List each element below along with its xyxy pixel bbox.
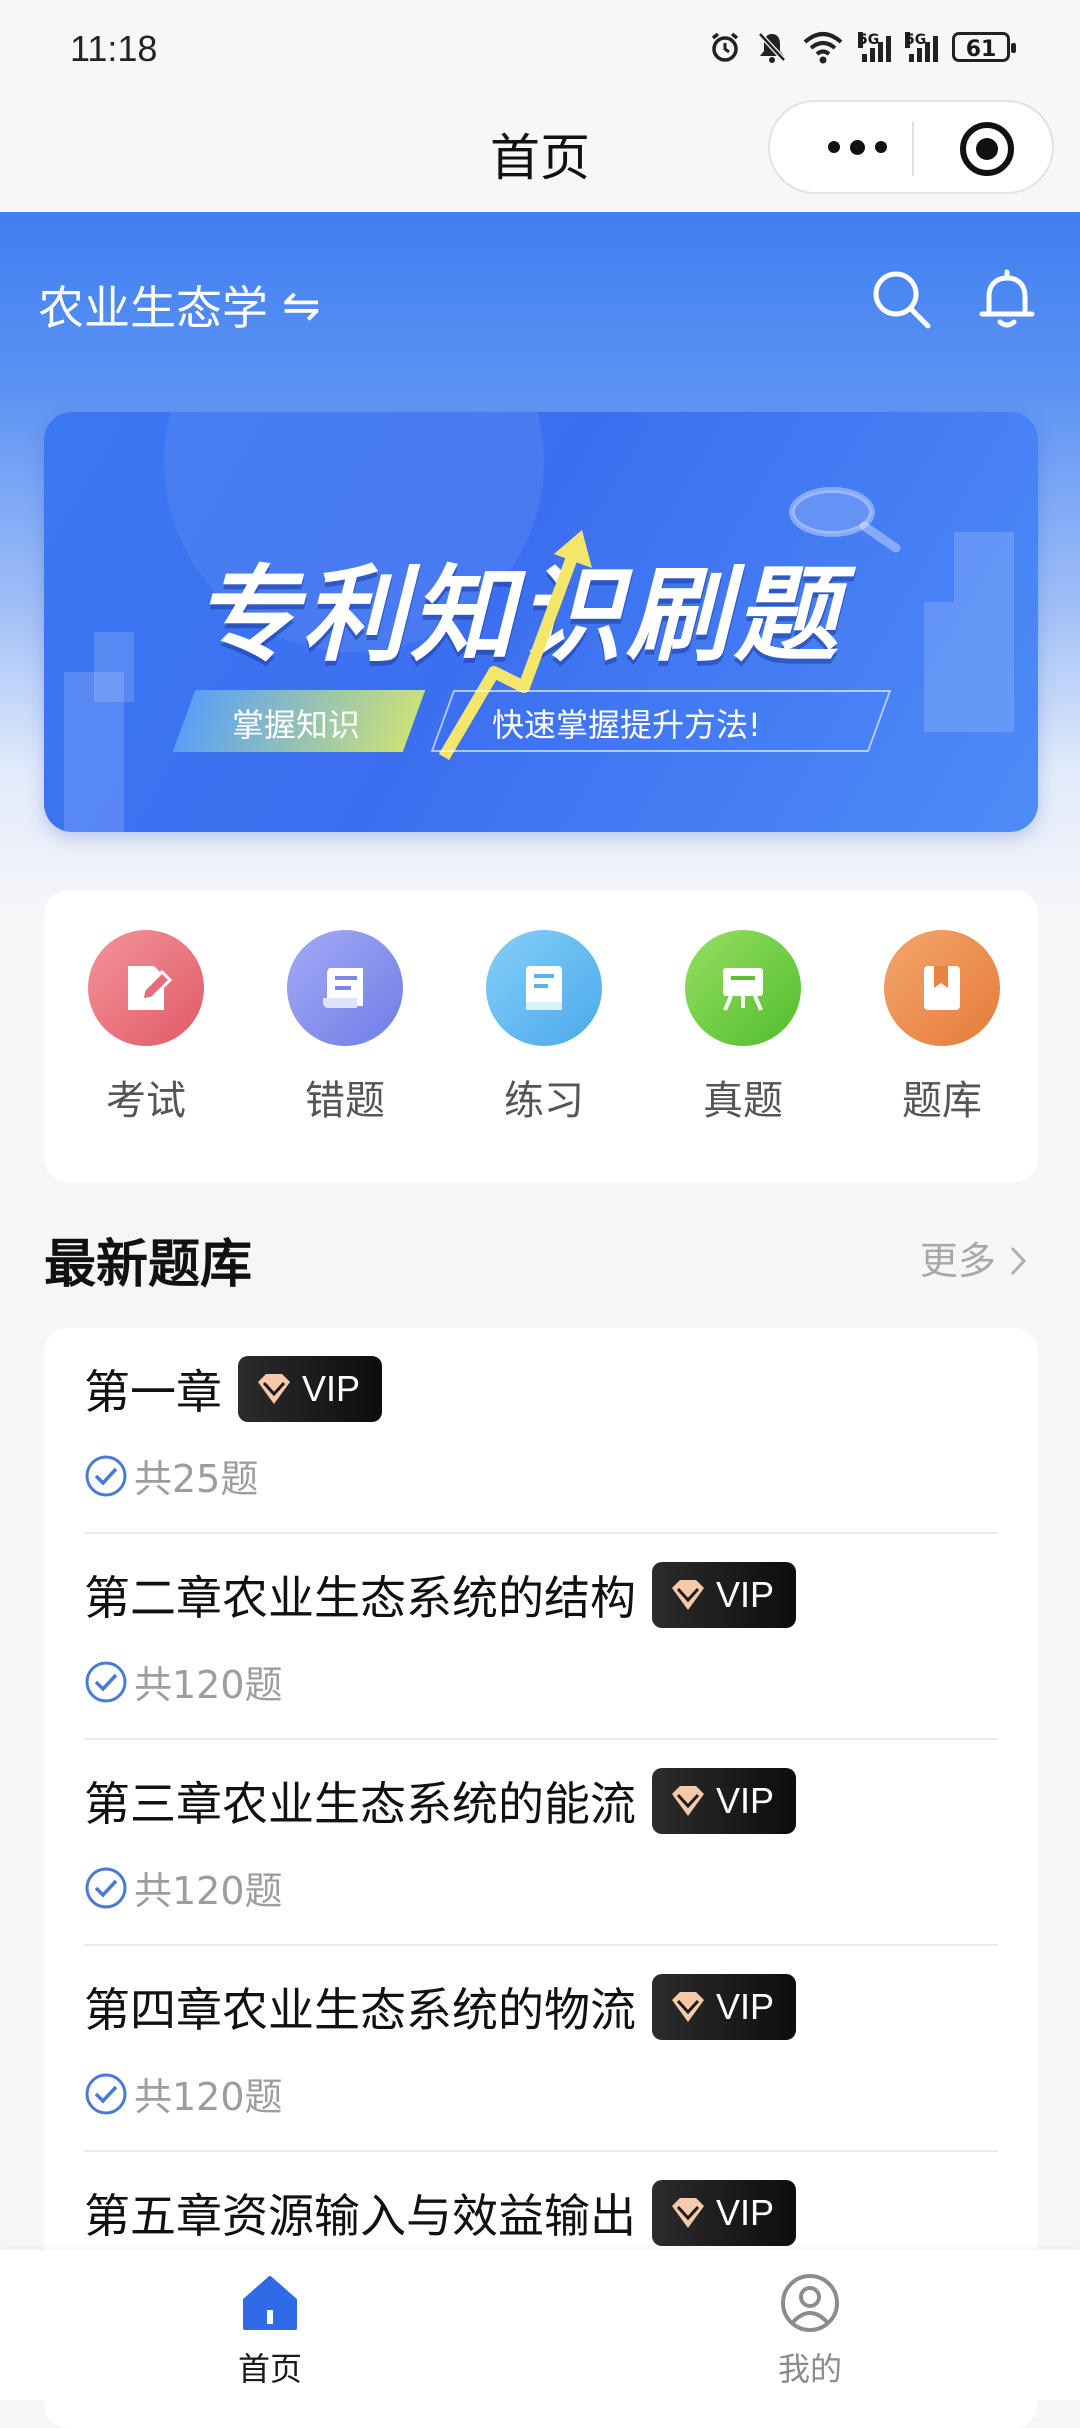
notification-bell-icon[interactable] <box>974 266 1040 332</box>
vip-badge: VIP <box>652 1768 797 1834</box>
banner-tag-left: 掌握知识 <box>232 706 361 744</box>
vip-label: VIP <box>716 1986 775 2027</box>
diamond-icon <box>672 1992 704 2022</box>
exam-icon <box>128 966 173 1010</box>
promo-banner[interactable]: 专利知识刷题 掌握知识 快速掌握提升方法! <box>44 412 1038 832</box>
nav-bar: 首页 <box>0 100 1080 212</box>
list-item[interactable]: 第四章农业生态系统的物流 VIP 共120题 <box>84 1946 998 2152</box>
quick-menu: 考试 错题 练习 真题 题库 <box>44 890 1038 1182</box>
vip-badge: VIP <box>652 1974 797 2040</box>
item-title: 第二章农业生态系统的结构 <box>84 1571 636 1625</box>
status-time: 11:18 <box>70 28 158 69</box>
menu-label: 练习 <box>504 1078 584 1124</box>
signal-strength-icon: 5G <box>905 32 938 62</box>
diamond-icon <box>672 1786 704 1816</box>
check-circle-icon <box>85 1867 127 1908</box>
signal-strength-icon: 5G <box>858 32 891 62</box>
item-count: 共25题 <box>134 1457 259 1501</box>
diamond-icon <box>672 2198 704 2228</box>
item-count: 共120题 <box>134 1663 283 1707</box>
mute-bell-icon <box>758 32 786 63</box>
switch-icon: ⇋ <box>282 278 321 332</box>
vip-label: VIP <box>302 1368 361 1409</box>
item-count: 共120题 <box>134 1869 283 1913</box>
menu-item-real-exam[interactable]: 真题 <box>663 930 823 1126</box>
diamond-icon <box>672 1580 704 1610</box>
capsule-divider <box>912 122 914 176</box>
item-count: 共120题 <box>134 2075 283 2119</box>
home-icon <box>243 2276 297 2330</box>
alarm-icon <box>711 32 739 62</box>
mini-program-capsule <box>768 100 1054 194</box>
list-item[interactable]: 第二章农业生态系统的结构 VIP 共120题 <box>84 1534 998 1740</box>
wrong-question-icon <box>323 968 363 1008</box>
menu-item-exam[interactable]: 考试 <box>66 930 226 1126</box>
battery-icon: 61 <box>952 32 1016 62</box>
banner-tag-right: 快速掌握提升方法! <box>492 706 761 744</box>
item-title: 第一章 <box>84 1365 222 1419</box>
vip-badge: VIP <box>652 2180 797 2246</box>
more-link-label: 更多 <box>919 1239 996 1283</box>
subject-switcher[interactable]: 农业生态学 ⇋ <box>38 272 321 338</box>
tab-home[interactable]: 首页 <box>190 2272 350 2390</box>
network-type-label: 5G <box>858 32 880 48</box>
menu-label: 题库 <box>902 1078 982 1124</box>
search-icon[interactable] <box>868 266 934 332</box>
menu-item-practice[interactable]: 练习 <box>464 930 624 1126</box>
diamond-icon <box>258 1374 290 1404</box>
real-exam-icon <box>723 968 763 1011</box>
wifi-icon <box>803 32 843 64</box>
menu-item-question-bank[interactable]: 题库 <box>862 930 1022 1126</box>
menu-label: 错题 <box>305 1078 385 1124</box>
menu-label: 真题 <box>703 1078 783 1124</box>
vip-badge: VIP <box>652 1562 797 1628</box>
check-circle-icon <box>85 1455 127 1496</box>
status-bar: 11:18 5G 5G 61 <box>0 0 1080 100</box>
tab-label: 首页 <box>237 2350 302 2388</box>
list-item[interactable]: 第一章 VIP 共25题 <box>84 1328 998 1534</box>
vip-label: VIP <box>716 1780 775 1821</box>
vip-label: VIP <box>716 2192 775 2233</box>
menu-label: 考试 <box>106 1078 186 1124</box>
status-icons: 5G 5G 61 <box>708 30 1016 64</box>
practice-book-icon <box>526 966 562 1010</box>
section-title: 最新题库 <box>44 1235 253 1295</box>
subject-name: 农业生态学 <box>38 281 268 335</box>
profile-icon <box>781 2274 839 2332</box>
more-link[interactable]: 更多 <box>920 1230 1028 1285</box>
item-title: 第五章资源输入与效益输出 <box>84 2189 636 2243</box>
check-circle-icon <box>85 2073 127 2114</box>
question-bank-icon <box>924 966 960 1010</box>
network-type-label: 5G <box>905 32 927 48</box>
chevron-right-icon <box>1010 1246 1027 1276</box>
vip-badge: VIP <box>238 1356 383 1422</box>
item-title: 第三章农业生态系统的能流 <box>84 1777 636 1831</box>
list-item[interactable]: 第三章农业生态系统的能流 VIP 共120题 <box>84 1740 998 1946</box>
close-mini-program-icon[interactable] <box>960 122 1014 176</box>
check-circle-icon <box>85 1661 127 1702</box>
item-title: 第四章农业生态系统的物流 <box>84 1983 636 2037</box>
vip-label: VIP <box>716 1574 775 1615</box>
more-options-icon[interactable] <box>812 132 902 162</box>
menu-item-wrong-questions[interactable]: 错题 <box>265 930 425 1126</box>
bottom-tab-bar: 首页 我的 <box>0 2250 1080 2400</box>
tab-profile[interactable]: 我的 <box>730 2272 890 2390</box>
tab-label: 我的 <box>777 2350 842 2388</box>
